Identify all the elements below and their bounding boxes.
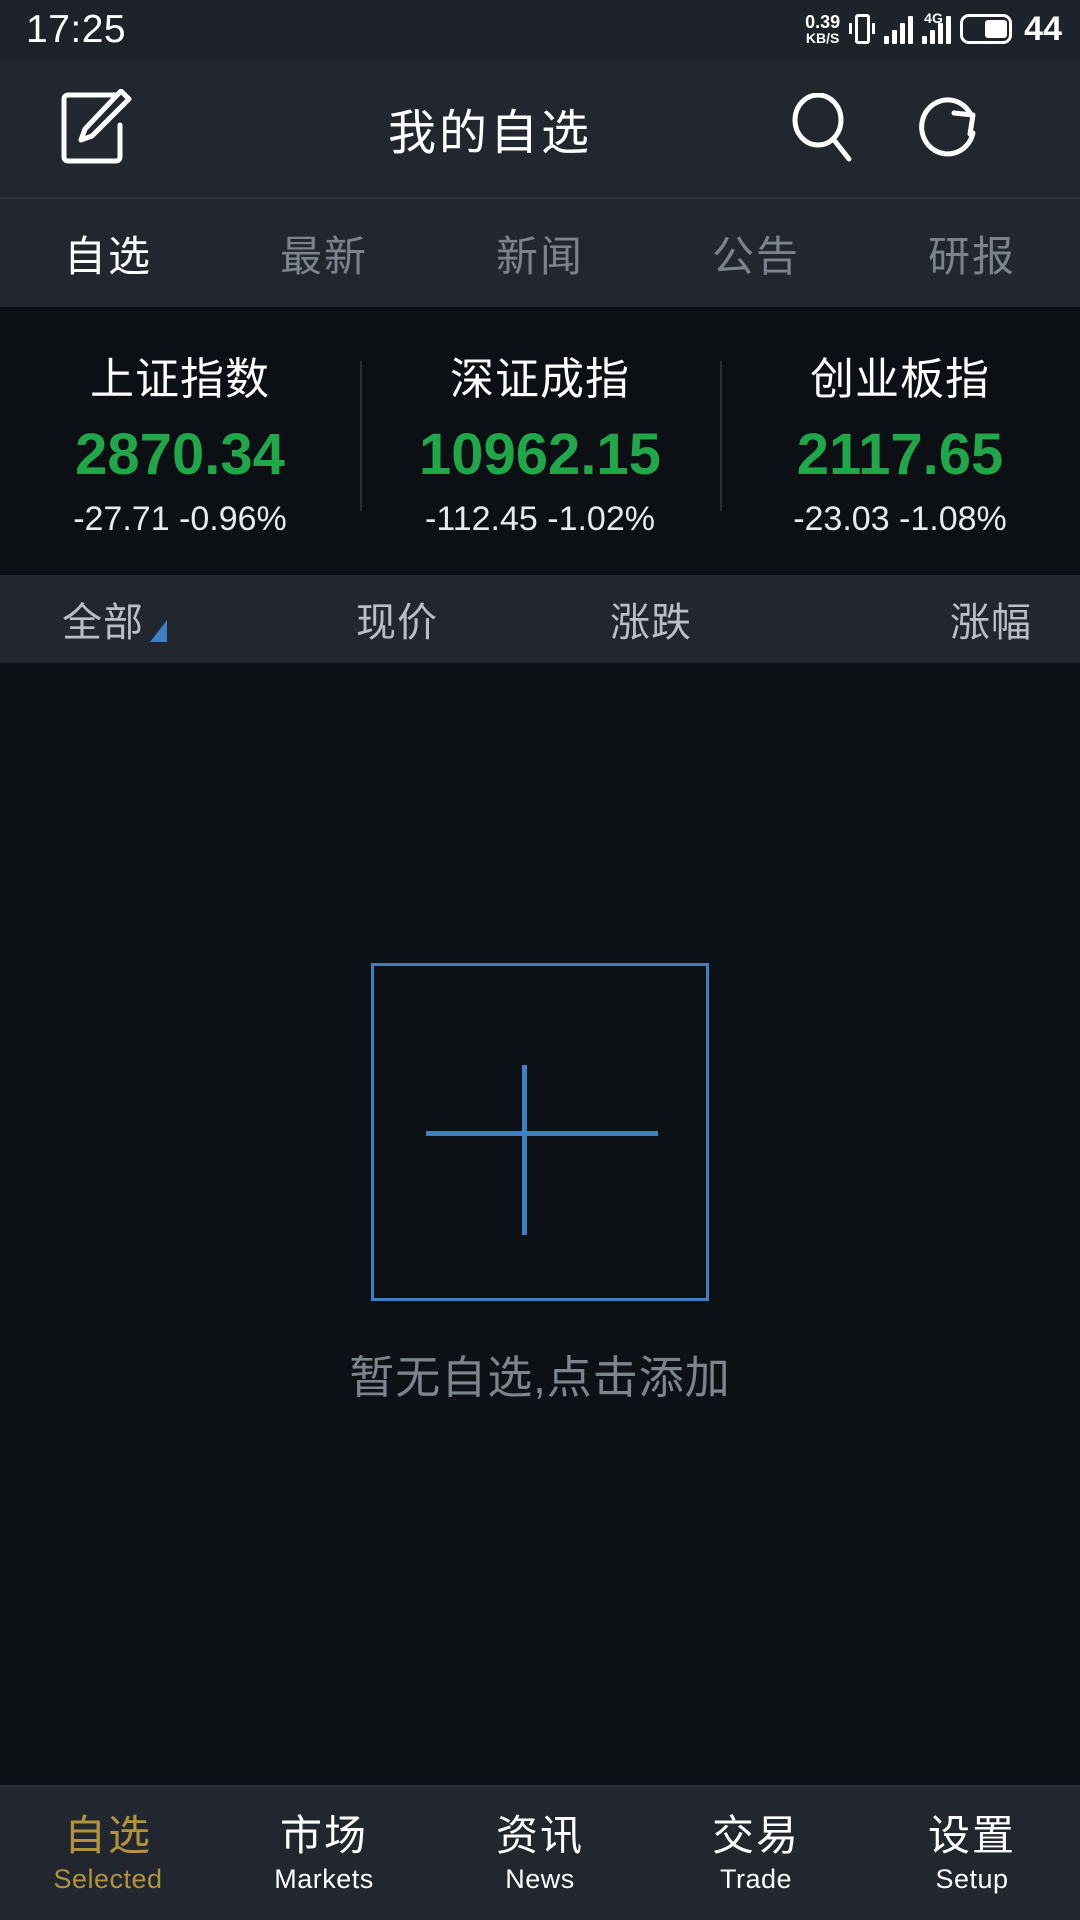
tab-xinwen[interactable]: 新闻 xyxy=(432,223,648,284)
tab-yanbao[interactable]: 研报 xyxy=(864,223,1080,284)
index-name: 深证成指 xyxy=(450,355,630,404)
nav-item-news[interactable]: 资讯 News xyxy=(432,1812,648,1895)
status-bar-time: 17:25 xyxy=(26,7,127,51)
signal-bars-icon xyxy=(884,14,914,44)
header-actions xyxy=(790,92,1080,163)
filter-all-label: 全部 xyxy=(62,601,144,645)
refresh-button[interactable] xyxy=(914,93,984,163)
nav-item-setup[interactable]: 设置 Setup xyxy=(864,1812,1080,1895)
column-header-price[interactable]: 现价 xyxy=(270,590,524,648)
column-header-percent[interactable]: 涨幅 xyxy=(778,590,1080,648)
tab-gonggao[interactable]: 公告 xyxy=(648,223,864,284)
status-bar: 17:25 0.39 KB/S 4G 44 xyxy=(0,0,1080,58)
nav-item-trade[interactable]: 交易 Trade xyxy=(648,1812,864,1895)
nav-item-selected[interactable]: 自选 Selected xyxy=(0,1812,216,1895)
edit-button[interactable] xyxy=(0,88,190,167)
bottom-navigation: 自选 Selected 市场 Markets 资讯 News 交易 Trade … xyxy=(0,1785,1080,1920)
nav-label-cn: 设置 xyxy=(927,1811,1016,1859)
nav-item-markets[interactable]: 市场 Markets xyxy=(216,1812,432,1895)
nav-label-cn: 交易 xyxy=(711,1811,800,1859)
column-header-change[interactable]: 涨跌 xyxy=(524,590,778,648)
nav-label-en: Markets xyxy=(274,1864,374,1895)
page-title: 我的自选 xyxy=(387,106,592,160)
battery-level: 44 xyxy=(1024,9,1062,48)
tab-zixuan[interactable]: 自选 xyxy=(0,223,216,284)
app-root: 17:25 0.39 KB/S 4G 44 我的自选 自选 最新 新闻 公告 研… xyxy=(0,0,1080,1920)
search-button[interactable] xyxy=(790,92,856,163)
sort-header-row: 全部 现价 涨跌 涨幅 xyxy=(0,575,1080,663)
search-icon xyxy=(792,92,852,161)
nav-label-en: Selected xyxy=(53,1864,163,1895)
index-card-chinext[interactable]: 创业板指 2117.65 -23.03 -1.08% xyxy=(720,343,1080,539)
signal-4g-icon: 4G xyxy=(922,10,952,44)
sort-triangle-icon xyxy=(150,620,167,642)
nav-label-en: Trade xyxy=(719,1864,793,1895)
network-speed-unit: KB/S xyxy=(805,30,840,47)
index-change: -112.45 -1.02% xyxy=(425,500,655,538)
index-name: 创业板指 xyxy=(810,355,990,404)
network-speed-indicator: 0.39 KB/S xyxy=(805,11,841,47)
index-value: 10962.15 xyxy=(419,422,661,487)
index-card-shenzhen[interactable]: 深证成指 10962.15 -112.45 -1.02% xyxy=(360,343,720,539)
index-value: 2117.65 xyxy=(796,422,1004,487)
index-value: 2870.34 xyxy=(75,422,285,487)
edit-pencil-icon xyxy=(61,88,132,163)
nav-label-cn: 资讯 xyxy=(495,1811,584,1859)
nav-label-cn: 自选 xyxy=(63,1811,152,1859)
filter-all-button[interactable]: 全部 xyxy=(0,590,270,648)
empty-state: 暂无自选,点击添加 xyxy=(0,663,1080,1406)
tab-zuixin[interactable]: 最新 xyxy=(216,223,432,284)
battery-icon xyxy=(960,14,1013,44)
nav-label-en: Setup xyxy=(935,1864,1009,1895)
watchlist-content: 暂无自选,点击添加 xyxy=(0,663,1080,1785)
refresh-icon xyxy=(919,96,976,156)
add-plus-box-icon[interactable] xyxy=(371,963,709,1301)
index-change: -27.71 -0.96% xyxy=(73,500,287,538)
network-speed-value: 0.39 xyxy=(805,11,841,32)
index-change: -23.03 -1.08% xyxy=(793,500,1007,538)
app-header: 我的自选 xyxy=(0,58,1080,197)
empty-state-message: 暂无自选,点击添加 xyxy=(349,1352,731,1403)
market-index-panel: 上证指数 2870.34 -27.71 -0.96% 深证成指 10962.15… xyxy=(0,307,1080,575)
nav-label-en: News xyxy=(505,1864,575,1895)
nav-label-cn: 市场 xyxy=(279,1811,368,1859)
vibrate-icon xyxy=(849,12,876,46)
tab-bar: 自选 最新 新闻 公告 研报 xyxy=(0,197,1080,307)
status-bar-indicators: 0.39 KB/S 4G 44 xyxy=(805,10,1062,49)
index-name: 上证指数 xyxy=(90,355,270,404)
index-card-shanghai[interactable]: 上证指数 2870.34 -27.71 -0.96% xyxy=(0,343,360,539)
